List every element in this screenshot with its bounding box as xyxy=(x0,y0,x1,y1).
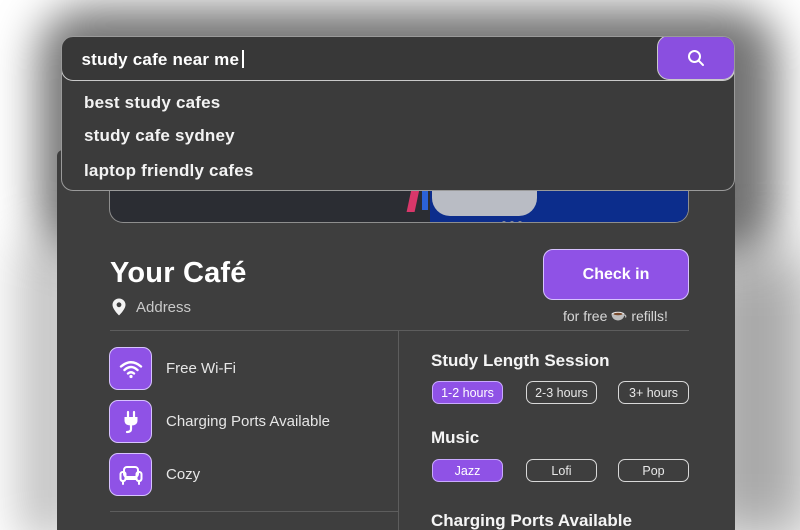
column-divider xyxy=(398,330,399,530)
search-suggestion[interactable]: study cafe sydney xyxy=(84,126,235,146)
address-text: Address xyxy=(136,298,192,316)
music-title: Music xyxy=(431,428,480,447)
carousel-dots[interactable] xyxy=(502,212,532,222)
coffee-cup-icon xyxy=(611,311,627,321)
search-suggestion[interactable]: laptop friendly cafes xyxy=(84,161,254,181)
amenity-charging: Charging Ports Available xyxy=(109,400,330,443)
wifi-icon xyxy=(119,360,142,378)
chip-study-2-3-hours[interactable]: 2-3 hours xyxy=(526,381,597,404)
location-pin-icon xyxy=(112,298,126,316)
chip-study-1-2-hours[interactable]: 1-2 hours xyxy=(432,381,503,404)
cafe-address: Address xyxy=(112,298,191,316)
chip-music-pop[interactable]: Pop xyxy=(618,459,689,482)
stage: study cafe near me best study cafes stud… xyxy=(0,0,800,530)
search-button[interactable] xyxy=(657,37,734,80)
amenity-cozy: Cozy xyxy=(109,453,200,496)
charging-title: Charging Ports Available xyxy=(431,511,632,530)
study-length-title: Study Length Session xyxy=(431,351,610,370)
search-suggestion[interactable]: best study cafes xyxy=(84,93,220,113)
armchair-icon xyxy=(119,465,142,485)
plug-icon xyxy=(124,410,137,433)
chip-study-3plus-hours[interactable]: 3+ hours xyxy=(618,381,689,404)
amenity-label: Charging Ports Available xyxy=(166,413,330,430)
divider xyxy=(110,330,689,331)
text-caret xyxy=(242,49,244,68)
amenity-icon-badge xyxy=(109,453,152,496)
refill-note: for free refills! xyxy=(563,308,668,324)
amenity-label: Free Wi-Fi xyxy=(166,360,236,377)
chip-music-lofi[interactable]: Lofi xyxy=(526,459,597,482)
amenity-icon-badge xyxy=(109,400,152,443)
amenity-label: Cozy xyxy=(166,466,201,483)
amenity-wifi: Free Wi-Fi xyxy=(109,347,236,390)
search-panel: study cafe near me best study cafes stud… xyxy=(61,36,735,191)
amenity-icon-badge xyxy=(109,347,152,390)
refill-prefix: for free xyxy=(563,308,608,324)
search-input[interactable]: study cafe near me xyxy=(82,49,244,71)
search-bar[interactable]: study cafe near me xyxy=(62,37,734,81)
chip-music-jazz[interactable]: Jazz xyxy=(432,459,503,482)
check-in-button[interactable]: Check in xyxy=(543,249,689,300)
cafe-name: Your Café xyxy=(110,257,247,289)
search-icon xyxy=(688,49,704,66)
search-query-text: study cafe near me xyxy=(81,49,240,69)
refill-suffix: refills! xyxy=(631,308,668,324)
divider xyxy=(110,511,398,512)
